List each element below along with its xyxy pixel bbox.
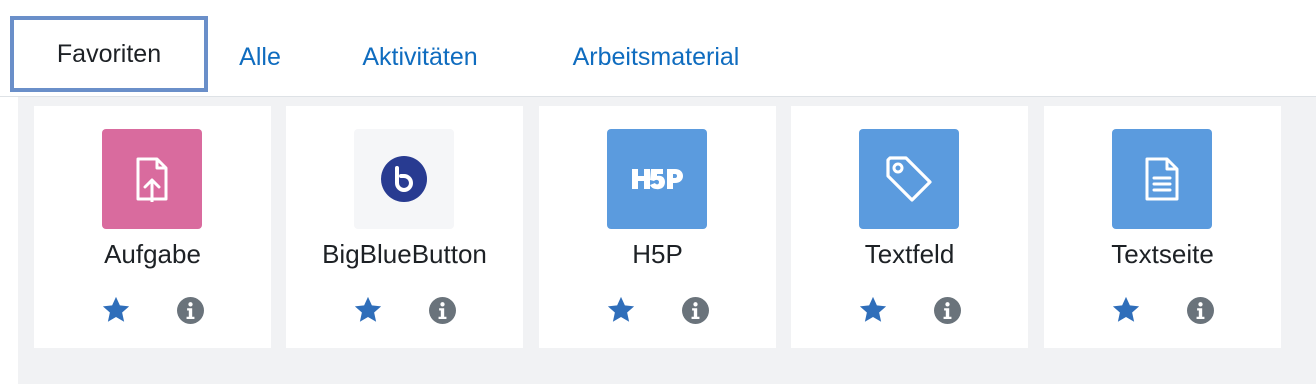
- module-card-textfeld[interactable]: Textfeld: [791, 106, 1028, 348]
- module-label: Textseite: [1111, 239, 1214, 269]
- h5p-icon: [632, 169, 683, 190]
- assignment-upload-icon: [136, 157, 168, 202]
- textseite-tile[interactable]: [1112, 129, 1212, 229]
- star-icon[interactable]: [352, 294, 384, 326]
- module-chooser-tabs: Favoriten Alle Aktivitäten Arbeitsmateri…: [0, 0, 1316, 97]
- info-icon[interactable]: [426, 294, 458, 326]
- tag-icon: [886, 156, 932, 202]
- h5p-tile[interactable]: [607, 129, 707, 229]
- star-icon[interactable]: [1110, 294, 1142, 326]
- module-label: Textfeld: [864, 239, 955, 269]
- star-icon[interactable]: [857, 294, 889, 326]
- star-icon[interactable]: [605, 294, 637, 326]
- tab-arbeitsmaterial[interactable]: Arbeitsmaterial: [538, 22, 774, 92]
- module-label: Aufgabe: [104, 239, 201, 269]
- star-icon[interactable]: [100, 294, 132, 326]
- module-card-bigbluebutton[interactable]: BigBlueButton: [286, 106, 523, 348]
- bigbluebutton-tile[interactable]: [354, 129, 454, 229]
- info-icon[interactable]: [679, 294, 711, 326]
- info-icon[interactable]: [931, 294, 963, 326]
- info-icon[interactable]: [174, 294, 206, 326]
- module-card-aufgabe[interactable]: Aufgabe: [34, 106, 271, 348]
- module-label: BigBlueButton: [322, 239, 487, 269]
- tab-favoriten[interactable]: Favoriten: [10, 16, 208, 92]
- bigbluebutton-icon: [381, 156, 427, 202]
- info-icon[interactable]: [1184, 294, 1216, 326]
- module-list: Aufgabe BigBlueButton H5P Textfeld Texts…: [18, 97, 1316, 384]
- textfeld-tile[interactable]: [859, 129, 959, 229]
- page-icon: [1145, 157, 1179, 201]
- tab-aktivitaeten[interactable]: Aktivitäten: [332, 22, 508, 92]
- module-card-h5p[interactable]: H5P: [539, 106, 776, 348]
- tab-alle[interactable]: Alle: [216, 22, 304, 92]
- assignment-tile[interactable]: [102, 129, 202, 229]
- module-card-textseite[interactable]: Textseite: [1044, 106, 1281, 348]
- module-label: H5P: [632, 239, 683, 269]
